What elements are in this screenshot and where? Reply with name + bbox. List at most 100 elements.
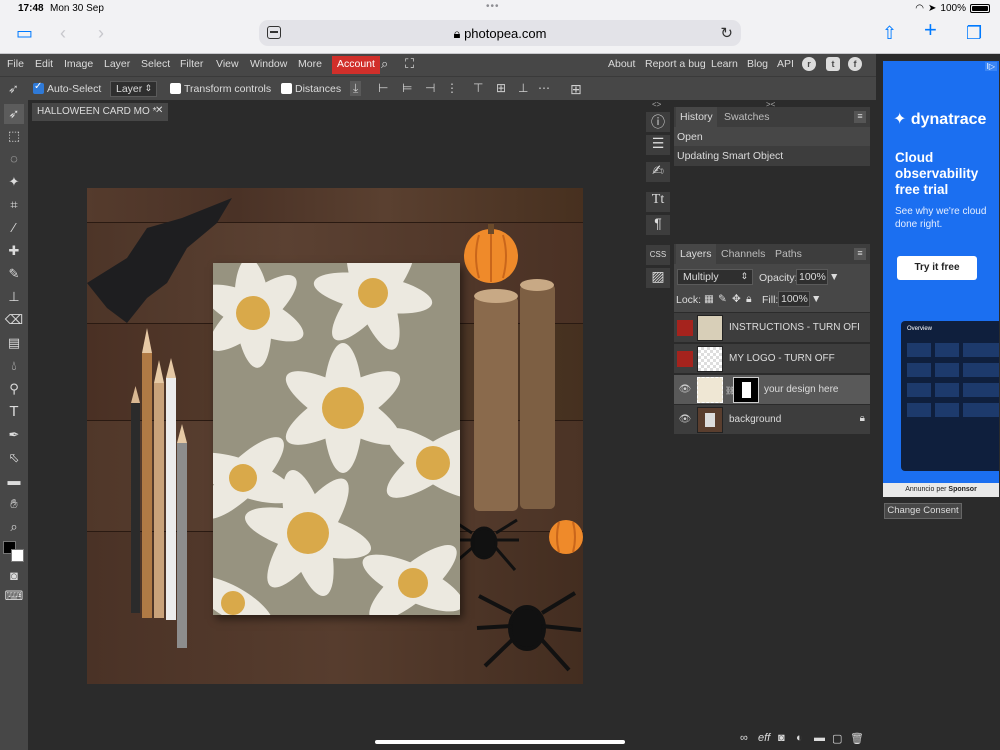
lasso-tool-icon[interactable]: ◌ xyxy=(4,149,24,169)
delete-layer-icon[interactable]: 🗑︎ xyxy=(850,732,864,745)
auto-select-target[interactable]: Layer ⇕ xyxy=(110,81,157,97)
change-consent-button[interactable]: Change Consent xyxy=(884,503,962,519)
eraser-tool-icon[interactable]: ⌫ xyxy=(4,310,24,330)
adjustment-layer-icon[interactable]: ◐ xyxy=(796,732,803,744)
menu-about[interactable]: About xyxy=(608,58,635,70)
dodge-tool-icon[interactable]: ⚲ xyxy=(4,379,24,399)
adjustments-icon[interactable]: ☰ xyxy=(646,135,670,155)
eyedropper-icon[interactable]: ⁄ xyxy=(4,218,24,238)
tab-history[interactable]: History xyxy=(676,107,717,127)
share-icon[interactable]: ⇧ xyxy=(882,24,897,42)
type-tool-icon[interactable]: T xyxy=(4,402,24,422)
lock-transparent-icon[interactable]: ▦ xyxy=(704,293,714,305)
align-middle-icon[interactable]: ⊞ xyxy=(496,81,506,95)
opacity-dropdown-icon[interactable]: ▼ xyxy=(829,271,839,283)
fill-input[interactable]: 100% xyxy=(778,291,810,307)
home-indicator[interactable] xyxy=(375,740,625,744)
background-color-swatch[interactable] xyxy=(11,549,24,562)
multitasking-dots[interactable]: ••• xyxy=(486,1,500,12)
forward-icon[interactable]: › xyxy=(98,24,104,42)
stamp-tool-icon[interactable]: ⊥ xyxy=(4,287,24,307)
reload-icon[interactable]: ↻ xyxy=(720,24,733,42)
css-icon[interactable]: CSS xyxy=(646,245,670,265)
link-layers-icon[interactable]: ∞ xyxy=(740,732,748,744)
menu-select[interactable]: Select xyxy=(141,58,170,70)
grid-icon[interactable]: ⊞ xyxy=(570,81,582,98)
gradient-tool-icon[interactable]: ▤ xyxy=(4,333,24,353)
marquee-tool-icon[interactable]: ⬚ xyxy=(4,126,24,146)
facebook-icon[interactable]: f xyxy=(848,57,862,71)
add-mask-icon[interactable]: ◙ xyxy=(778,732,785,744)
layer-row[interactable]: 👁︎ background 🔒︎ xyxy=(674,405,870,435)
layer-row[interactable]: MY LOGO - TURN OFF xyxy=(674,344,870,374)
eye-icon[interactable]: 👁︎ xyxy=(677,382,693,398)
pen-tool-icon[interactable]: ✒ xyxy=(4,425,24,445)
collapse-arrows-icon[interactable]: <> xyxy=(652,100,661,109)
brush-tool-icon[interactable]: ✎ xyxy=(4,264,24,284)
history-item[interactable]: Open xyxy=(674,127,870,147)
download-icon[interactable]: ⤓ xyxy=(350,81,362,96)
keyboard-icon[interactable]: ⌨ xyxy=(4,586,24,606)
url-text[interactable]: 🔒︎ photopea.com xyxy=(259,26,741,42)
menu-filter[interactable]: Filter xyxy=(180,58,203,70)
brush-panel-icon[interactable]: ✍ xyxy=(646,162,670,182)
lock-paint-icon[interactable]: ✎ xyxy=(718,293,727,305)
align-top-icon[interactable]: ⊤ xyxy=(473,81,483,95)
menu-layer[interactable]: Layer xyxy=(104,58,130,70)
paragraph-icon[interactable]: ¶ xyxy=(646,215,670,235)
blur-tool-icon[interactable]: 💧︎ xyxy=(4,356,24,376)
info-icon[interactable]: ⓘ xyxy=(646,112,670,132)
auto-select-checkbox[interactable] xyxy=(33,81,44,94)
align-center-h-icon[interactable]: ⊨ xyxy=(402,81,412,95)
layer-row[interactable]: INSTRUCTIONS - TURN OFI xyxy=(674,313,870,343)
close-icon[interactable]: ✕ xyxy=(155,105,163,116)
distribute-v-icon[interactable]: ⋯ xyxy=(538,81,550,95)
tabs-icon[interactable]: ❐ xyxy=(966,24,982,42)
tab-layers[interactable]: Layers xyxy=(676,244,716,264)
distribute-h-icon[interactable]: ⋮ xyxy=(446,81,458,95)
menu-image[interactable]: Image xyxy=(64,58,93,70)
image-icon[interactable]: ▨ xyxy=(646,268,670,288)
quick-mask-icon[interactable]: ◙ xyxy=(4,566,24,586)
menu-view[interactable]: View xyxy=(216,58,239,70)
new-layer-icon[interactable]: ▢ xyxy=(832,732,842,745)
ad-choices-badge[interactable]: I▷ xyxy=(984,62,997,71)
fullscreen-icon[interactable]: ⛶ xyxy=(405,56,414,72)
back-icon[interactable]: ‹ xyxy=(60,24,66,42)
menu-window[interactable]: Window xyxy=(250,58,287,70)
lock-all-icon[interactable]: 🔒︎ xyxy=(746,293,752,306)
blend-mode-select[interactable]: Multiply ⇕ xyxy=(677,269,753,285)
fill-dropdown-icon[interactable]: ▼ xyxy=(811,293,821,305)
visibility-toggle[interactable] xyxy=(677,320,693,336)
path-select-icon[interactable]: ⬁ xyxy=(4,448,24,468)
lock-move-icon[interactable]: ✥ xyxy=(732,293,741,305)
shape-tool-icon[interactable]: ▬ xyxy=(4,471,24,491)
distances-checkbox[interactable] xyxy=(281,83,292,94)
tab-channels[interactable]: Channels xyxy=(721,248,765,260)
move-tool-icon[interactable]: ➶ xyxy=(8,81,19,97)
visibility-toggle[interactable] xyxy=(677,351,693,367)
menu-api[interactable]: API xyxy=(777,58,794,70)
group-folder-icon[interactable]: ▬ xyxy=(814,732,825,744)
magic-wand-icon[interactable]: ✦ xyxy=(4,172,24,192)
ad-cta-button[interactable]: Try it free xyxy=(897,256,977,280)
menu-more[interactable]: More xyxy=(298,58,322,70)
document-tab[interactable]: HALLOWEEN CARD MO * xyxy=(32,103,168,121)
ad-banner[interactable]: I▷ ✦ dynatrace Cloud observability free … xyxy=(883,61,999,497)
align-left-icon[interactable]: ⊢ xyxy=(378,81,388,95)
menu-edit[interactable]: Edit xyxy=(35,58,53,70)
healing-brush-icon[interactable]: ✚ xyxy=(4,241,24,261)
crop-tool-icon[interactable]: ⌗ xyxy=(4,195,24,215)
address-bar[interactable]: 🔒︎ photopea.com ↻ xyxy=(259,20,741,46)
new-tab-icon[interactable]: + xyxy=(924,19,937,41)
character-icon[interactable]: Tt xyxy=(646,192,670,212)
effects-icon[interactable]: eff xyxy=(758,732,770,744)
align-right-icon[interactable]: ⊣ xyxy=(425,81,435,95)
layer-row[interactable]: 👁︎ ⛓ your design here xyxy=(674,375,870,405)
account-button[interactable]: Account xyxy=(332,56,380,74)
canvas[interactable] xyxy=(87,188,583,684)
menu-file[interactable]: File xyxy=(7,58,24,70)
reddit-icon[interactable]: r xyxy=(802,57,816,71)
tab-paths[interactable]: Paths xyxy=(775,248,802,260)
panel-menu-icon[interactable]: ≡ xyxy=(854,111,866,123)
